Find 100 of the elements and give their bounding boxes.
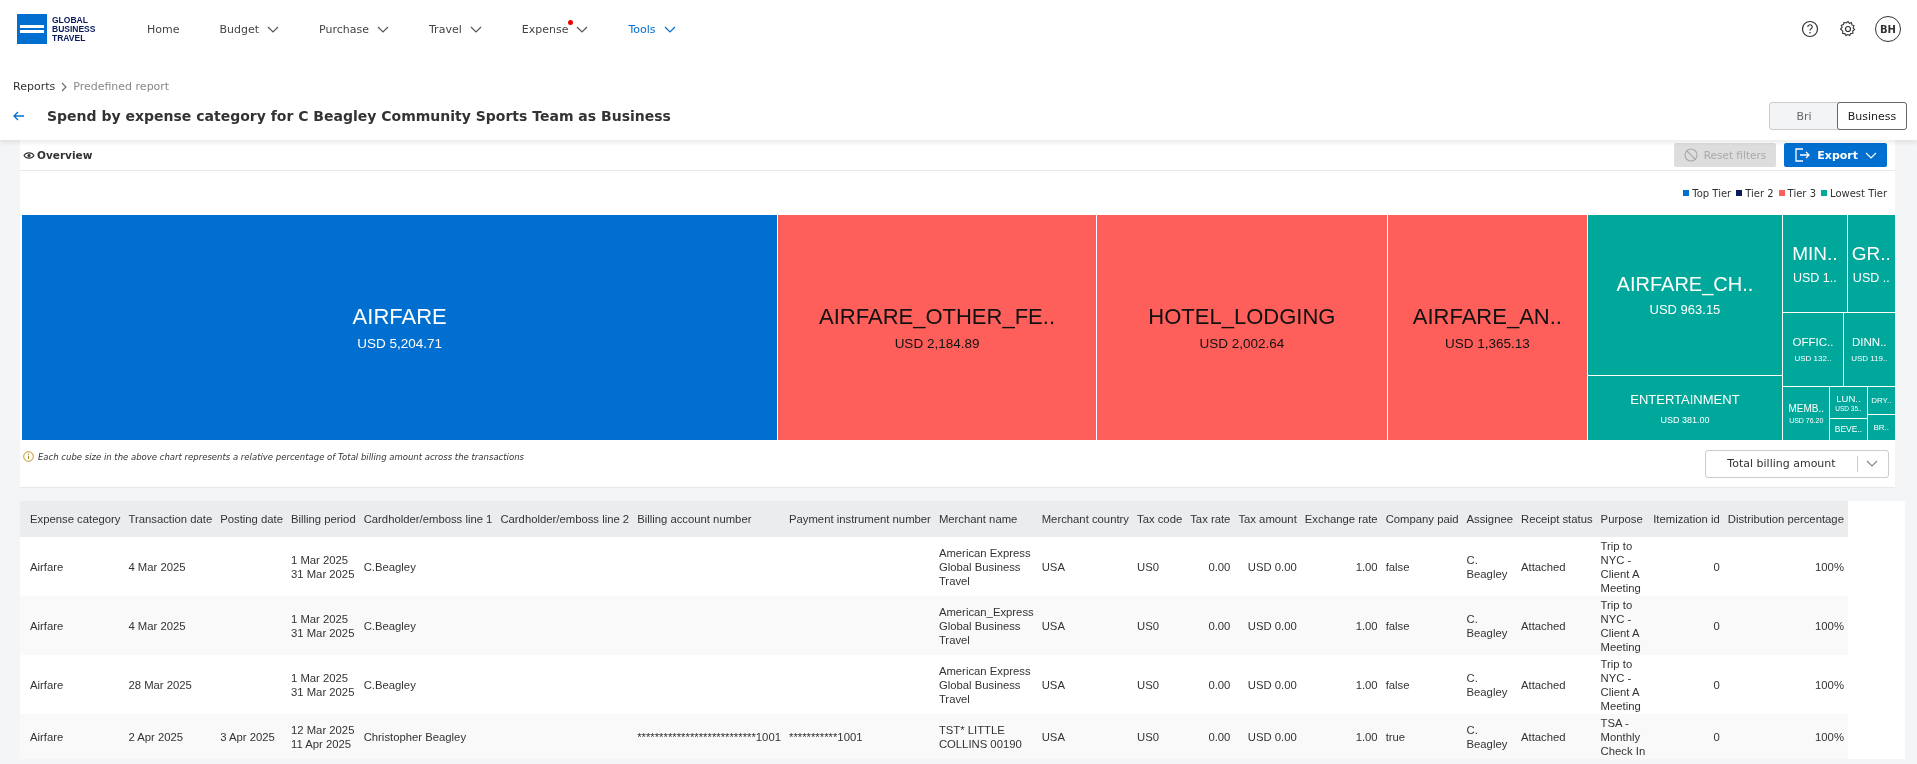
table-cell: 0.00	[1186, 714, 1235, 759]
view-toggle-option[interactable]: Business	[1837, 102, 1907, 130]
treemap-tile[interactable]: AIRFARE_OTHER_FE.. USD 2,184.89	[778, 215, 1096, 440]
table-cell: US0	[1133, 537, 1187, 596]
table-cell: Trip to NYC - Client A Meeting	[1596, 655, 1650, 714]
nav-menu-item[interactable]: Travel	[409, 14, 502, 44]
column-header[interactable]: Billing account number	[633, 501, 785, 537]
table-cell: C.Beagley	[359, 537, 497, 596]
table-cell: true	[1381, 714, 1463, 759]
table-cell: American Express Global Business Travel	[934, 537, 1038, 596]
measure-dropdown[interactable]: Total billing amount	[1705, 449, 1889, 478]
tile-label: AIRFARE	[352, 304, 447, 330]
table-cell: C.Beagley	[359, 655, 497, 714]
column-header[interactable]: Tax amount	[1234, 501, 1301, 537]
legend-label: Lowest Tier	[1830, 187, 1887, 199]
table-cell: 12 Mar 2025 11 Apr 2025	[287, 714, 360, 759]
tile-value: USD 2,184.89	[894, 336, 980, 351]
table-cell: US0	[1133, 714, 1187, 759]
info-icon	[23, 451, 34, 462]
export-button[interactable]: Export	[1784, 143, 1887, 167]
table-cell: USD 0.00	[1234, 655, 1301, 714]
column-header[interactable]: Payment instrument number	[785, 501, 935, 537]
table-cell: ***********1001	[785, 714, 935, 759]
table-cell: ***************************1001	[633, 714, 785, 759]
nav-menu-item[interactable]: Budget	[199, 14, 300, 44]
nav-menu-item[interactable]: Expense	[501, 14, 609, 44]
table-cell: false	[1381, 596, 1463, 655]
help-icon	[1801, 20, 1819, 38]
column-header[interactable]: Receipt status	[1517, 501, 1597, 537]
table-cell: C. Beagley	[1462, 655, 1517, 714]
column-header[interactable]: Expense category	[20, 501, 125, 537]
tile-value: USD 381.00	[1660, 414, 1710, 425]
table-cell: 1 Mar 2025 31 Mar 2025	[287, 596, 360, 655]
treemap-tile[interactable]: AIRFARE USD 5,204.71	[22, 215, 778, 440]
tile-value: USD 1,365.13	[1444, 336, 1530, 351]
view-toggle-option[interactable]: Bri	[1770, 103, 1838, 129]
table-cell: 0	[1649, 655, 1724, 714]
table-cell: 100%	[1723, 714, 1848, 759]
breadcrumb-link[interactable]: Reports	[13, 80, 56, 93]
table-cell: 2 Apr 2025	[124, 714, 217, 759]
table-cell: 1.00	[1300, 596, 1382, 655]
table-cell: 1.00	[1300, 655, 1382, 714]
nav-menu-item[interactable]: Home	[147, 14, 200, 44]
column-header[interactable]: Distribution percentage	[1723, 501, 1848, 537]
table-cell: Attached	[1517, 714, 1597, 759]
column-header[interactable]: Billing period	[287, 501, 360, 537]
table-cell: Trip to NYC - Client A Meeting	[1596, 596, 1650, 655]
column-header[interactable]: Merchant name	[934, 501, 1038, 537]
table-cell: US0	[1133, 655, 1187, 714]
logo-icon	[17, 14, 47, 44]
nav-menu-item[interactable]: Purchase	[299, 14, 409, 44]
column-header[interactable]: Exchange rate	[1300, 501, 1382, 537]
column-header[interactable]: Company paid	[1381, 501, 1463, 537]
treemap-tile[interactable]: HOTEL_LODGING USD 2,002.64	[1096, 215, 1388, 440]
table-cell: TSA - Monthly Check In	[1596, 714, 1650, 759]
column-header[interactable]: Tax rate	[1186, 501, 1235, 537]
column-header[interactable]: Transaction date	[124, 501, 217, 537]
tile-label: LUN..	[1836, 393, 1861, 405]
column-header[interactable]: Tax code	[1133, 501, 1187, 537]
table-cell: false	[1381, 655, 1463, 714]
column-header[interactable]: Itemization id	[1649, 501, 1724, 537]
table-cell: American_Express Global Business Travel	[934, 596, 1038, 655]
table-cell: 100%	[1723, 655, 1848, 714]
section-title: Overview	[37, 149, 93, 161]
table-cell: USA	[1037, 596, 1133, 655]
table-cell: C. Beagley	[1462, 714, 1517, 759]
table-cell: C.Beagley	[359, 596, 497, 655]
chart-note: Each cube size in the above chart represents a relative percentage of Total billing amount across the transactions	[38, 451, 524, 462]
table-cell: USA	[1037, 714, 1133, 759]
chevron-right-icon	[61, 81, 68, 92]
help-button[interactable]	[1799, 18, 1821, 40]
tile-label: MIN..	[1792, 242, 1838, 265]
column-header[interactable]: Assignee	[1462, 501, 1517, 537]
eye-icon	[23, 150, 35, 160]
tile-label: OFFIC..	[1792, 336, 1834, 349]
column-header[interactable]: Cardholder/emboss line 1	[359, 501, 497, 537]
table-cell: Airfare	[20, 655, 125, 714]
table-cell: US0	[1133, 596, 1187, 655]
tile-label: AIRFARE_AN..	[1412, 304, 1562, 330]
table-cell: TST* LITTLE COLLINS 00190	[934, 714, 1038, 759]
column-header[interactable]: Merchant country	[1037, 501, 1133, 537]
column-header[interactable]: Posting date	[216, 501, 287, 537]
table-cell: 3 Apr 2025	[216, 714, 287, 759]
table-cell: Airfare	[20, 714, 125, 759]
table-cell: Airfare	[20, 596, 125, 655]
nav-menu-item[interactable]: Tools	[608, 14, 696, 44]
chevron-down-icon	[1865, 151, 1877, 159]
tile-label: AIRFARE_CH..	[1616, 273, 1754, 297]
column-header[interactable]: Purpose	[1596, 501, 1650, 537]
tile-label: ENTERTAINMENT	[1630, 391, 1740, 407]
treemap-tile[interactable]: AIRFARE_AN.. USD 1,365.13	[1388, 215, 1587, 440]
column-header[interactable]: Cardholder/emboss line 2	[496, 501, 634, 537]
table-cell: 1.00	[1300, 537, 1382, 596]
table-cell: 0.00	[1186, 537, 1235, 596]
tile-value: USD 5,204.71	[357, 336, 443, 351]
table-cell: 0	[1649, 596, 1724, 655]
table-cell: 1.00	[1300, 714, 1382, 759]
chevron-down-icon	[1866, 460, 1878, 467]
table-cell: American Express Global Business Travel	[934, 655, 1038, 714]
table-cell: USA	[1037, 655, 1133, 714]
